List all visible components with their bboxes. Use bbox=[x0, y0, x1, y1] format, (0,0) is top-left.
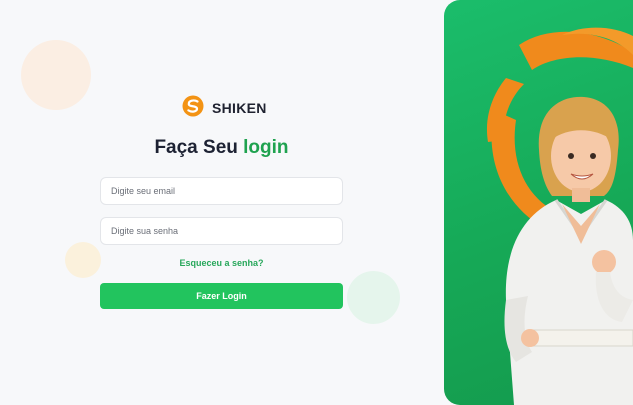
login-panel: SHIKEN Faça Seu login Esqueceu a senha? … bbox=[0, 0, 444, 405]
karate-girl-illustration bbox=[486, 27, 633, 405]
forgot-password-link[interactable]: Esqueceu a senha? bbox=[100, 258, 343, 268]
title-accent: login bbox=[243, 137, 289, 158]
decor-circle-peach bbox=[21, 40, 91, 110]
hero-panel bbox=[444, 0, 633, 405]
login-button[interactable]: Fazer Login bbox=[100, 283, 343, 309]
shiken-swirl-logo-icon bbox=[182, 95, 204, 122]
brand: SHIKEN bbox=[182, 95, 267, 122]
password-field[interactable] bbox=[100, 217, 343, 245]
decor-circle-yellow bbox=[65, 242, 101, 278]
email-field[interactable] bbox=[100, 177, 343, 205]
brand-name: SHIKEN bbox=[212, 100, 267, 116]
decor-circle-mint bbox=[347, 271, 400, 324]
title-prefix: Faça Seu bbox=[154, 137, 238, 158]
page-title: Faça Seu login bbox=[100, 137, 343, 159]
